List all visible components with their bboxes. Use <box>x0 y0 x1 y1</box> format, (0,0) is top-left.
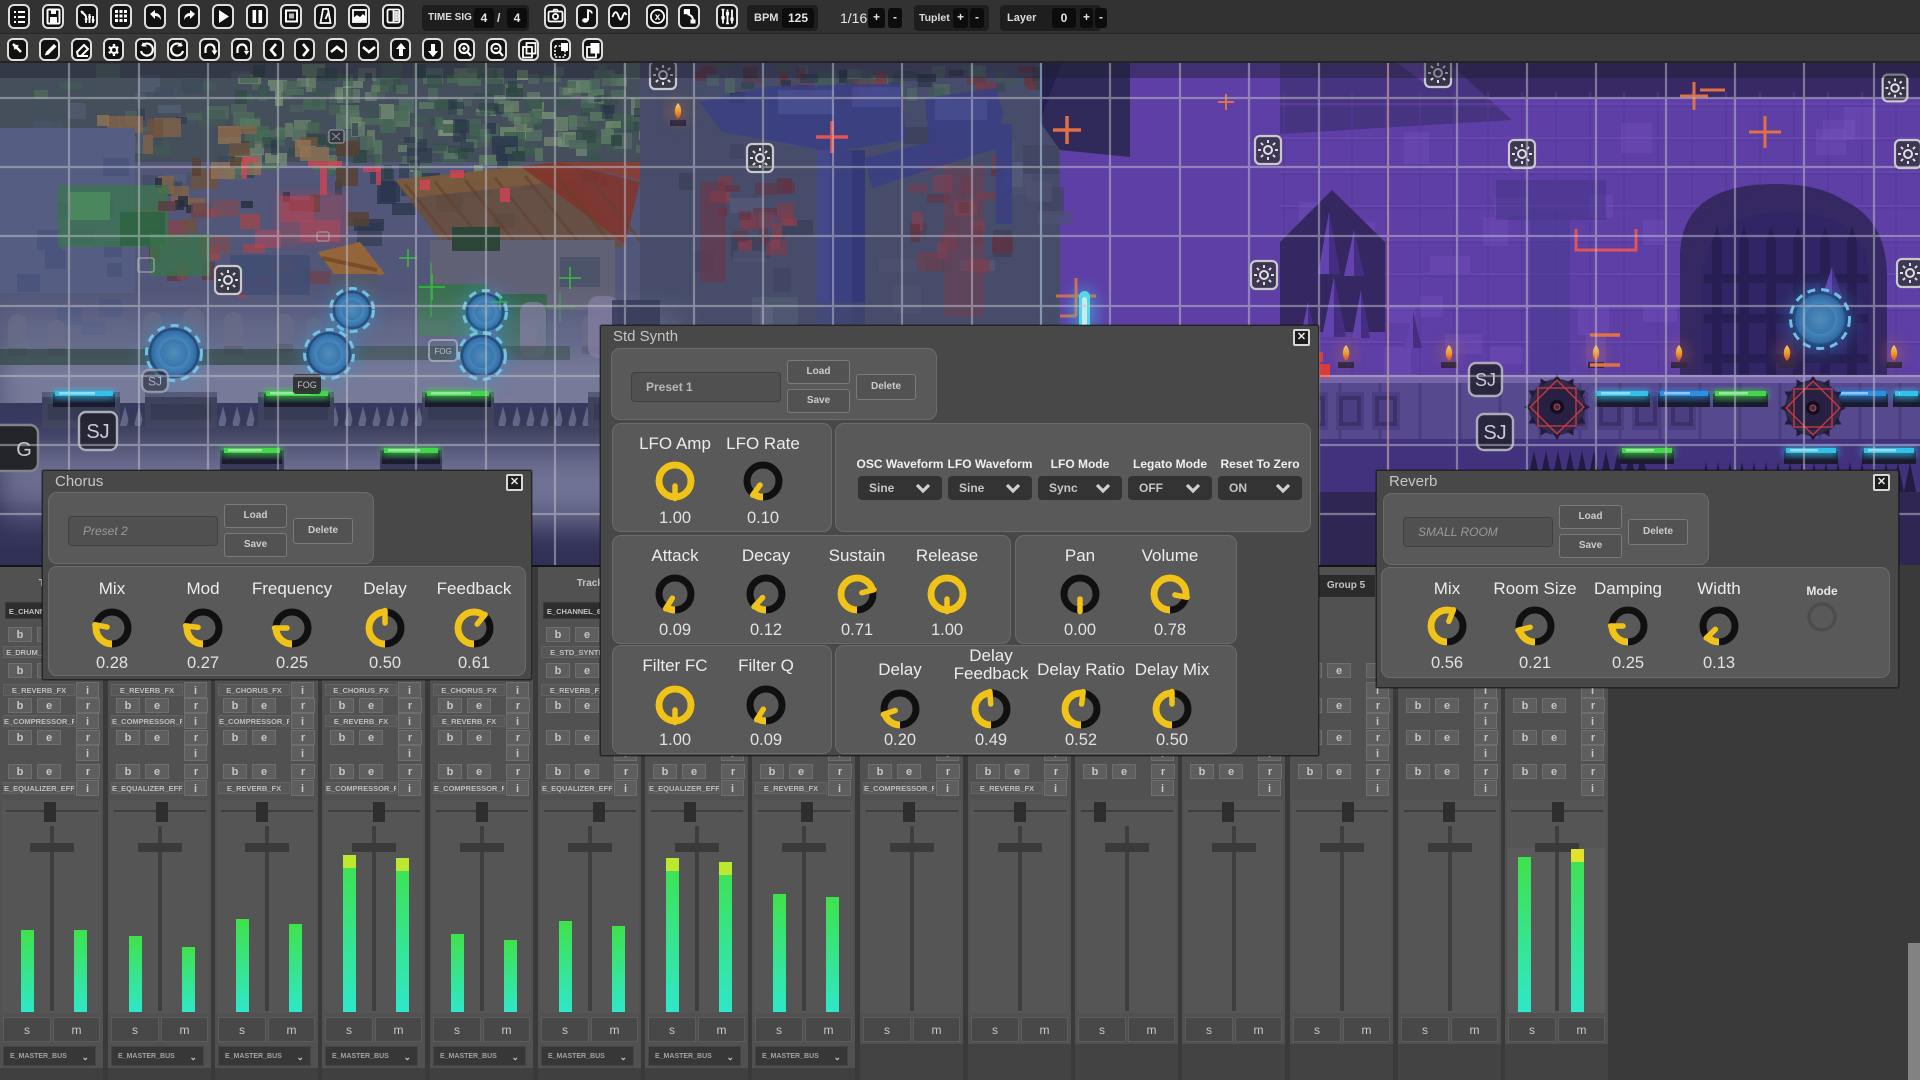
svg-text:x: x <box>655 12 661 23</box>
